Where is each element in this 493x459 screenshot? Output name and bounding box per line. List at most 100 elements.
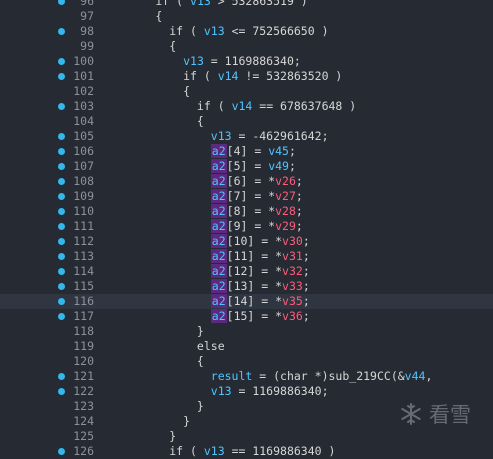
code-token-var[interactable]: v13 [183,54,204,68]
code-token-ptr[interactable]: v27 [275,189,296,203]
breakpoint-marker-icon[interactable] [58,268,65,275]
code-line[interactable]: 112 a2[10] = *v30; [0,234,493,249]
code-line[interactable]: 113 a2[11] = *v31; [0,249,493,264]
breakpoint-marker-icon[interactable] [58,298,65,305]
code-line[interactable]: 118 } [0,324,493,339]
code-line[interactable]: 110 a2[8] = *v28; [0,204,493,219]
code-line[interactable]: 100 v13 = 1169886340; [0,54,493,69]
code-line[interactable]: 122 v13 = 1169886340; [0,384,493,399]
code-token-ptr[interactable]: v32 [282,264,303,278]
breakpoint-marker-icon[interactable] [58,448,65,455]
code-token-hl-var[interactable]: a2 [210,294,227,308]
line-number: 119 [73,339,94,353]
code-token-ptr[interactable]: v26 [275,174,296,188]
code-line[interactable]: 106 a2[4] = v45; [0,144,493,159]
line-number: 122 [73,384,94,398]
code-token-ptr[interactable]: v30 [282,234,303,248]
code-token: ; [295,189,303,203]
code-token-var[interactable]: v44 [405,369,426,383]
breakpoint-marker-icon[interactable] [58,193,65,200]
breakpoint-marker-icon[interactable] [58,0,65,5]
breakpoint-marker-icon[interactable] [58,238,65,245]
code-line[interactable]: 96 if ( v13 > 532863519 ) [0,0,493,9]
code-line[interactable]: 114 a2[12] = *v32; [0,264,493,279]
breakpoint-marker-icon[interactable] [58,208,65,215]
code-line[interactable]: 115 a2[13] = *v33; [0,279,493,294]
line-number: 125 [73,429,94,443]
code-line[interactable]: 98 if ( v13 <= 752566650 ) [0,24,493,39]
code-token-hl-var[interactable]: a2 [210,264,227,278]
breakpoint-marker-icon[interactable] [58,283,65,290]
code-token-var[interactable]: v13 [211,129,232,143]
code-line[interactable]: 125 } [0,429,493,444]
code-token-hl-var[interactable]: a2 [210,144,227,158]
code-token-var[interactable]: v49 [268,159,289,173]
breakpoint-marker-icon[interactable] [58,373,65,380]
code-token-hl-var[interactable]: a2 [210,174,227,188]
code-line[interactable]: 116 a2[14] = *v35; [0,294,493,309]
code-token-var[interactable]: v14 [218,69,239,83]
breakpoint-marker-icon[interactable] [58,253,65,260]
code-line[interactable]: 109 a2[7] = *v27; [0,189,493,204]
code-line[interactable]: 111 a2[9] = *v29; [0,219,493,234]
code-token-var[interactable]: v45 [268,144,289,158]
breakpoint-marker-icon[interactable] [58,148,65,155]
code-token-var[interactable]: v13 [190,0,211,8]
code-token-hl-var[interactable]: a2 [210,219,227,233]
code-token-hl-var[interactable]: a2 [210,279,227,293]
breakpoint-marker-icon[interactable] [58,73,65,80]
code-token: [9] = * [226,219,276,233]
code-line[interactable]: 117 a2[15] = *v36; [0,309,493,324]
code-token-ptr[interactable]: v29 [275,219,296,233]
code-token-ptr[interactable]: v33 [282,279,303,293]
code-token-var[interactable]: v14 [232,99,253,113]
breakpoint-marker-icon[interactable] [58,58,65,65]
code-token-var[interactable]: v13 [204,444,225,458]
line-number: 100 [73,54,94,68]
breakpoint-marker-icon[interactable] [58,133,65,140]
code-line[interactable]: 101 if ( v14 != 532863520 ) [0,69,493,84]
code-token: [11] = * [226,249,283,263]
code-editor[interactable]: 96 if ( v13 > 532863519 ) 97 {98 if ( v13… [0,0,493,458]
code-text: if ( v14 == 678637648 ) [100,99,356,114]
code-token-ptr[interactable]: v28 [275,204,296,218]
code-token-hl-var[interactable]: a2 [210,309,227,323]
code-token-hl-var[interactable]: a2 [210,249,227,263]
code-token-var[interactable]: v13 [204,24,225,38]
code-token-hl-var[interactable]: a2 [210,204,227,218]
breakpoint-marker-icon[interactable] [58,28,65,35]
breakpoint-marker-icon[interactable] [58,163,65,170]
code-line[interactable]: 120 { [0,354,493,369]
code-line[interactable]: 119 else [0,339,493,354]
breakpoint-marker-icon[interactable] [58,223,65,230]
code-token-var[interactable]: result [211,369,253,383]
code-token-hl-var[interactable]: a2 [210,159,227,173]
breakpoint-marker-icon[interactable] [58,103,65,110]
code-line[interactable]: 99 { [0,39,493,54]
code-line[interactable]: 121 result = (char *)sub_219CC(&v44, [0,369,493,384]
code-token-var[interactable]: v13 [211,384,232,398]
code-token-ptr[interactable]: v36 [282,309,303,323]
code-text: if ( v14 != 532863520 ) [100,69,342,84]
code-line[interactable]: 102 { [0,84,493,99]
line-number: 101 [73,69,94,83]
code-line[interactable]: 126 if ( v13 == 1169886340 ) [0,444,493,459]
breakpoint-marker-icon[interactable] [58,178,65,185]
line-number: 124 [73,414,94,428]
breakpoint-marker-icon[interactable] [58,313,65,320]
code-token-ptr[interactable]: v31 [282,249,303,263]
breakpoint-marker-icon[interactable] [58,388,65,395]
code-token-hl-var[interactable]: a2 [210,234,227,248]
line-number: 115 [73,279,94,293]
code-line[interactable]: 105 v13 = -462961642; [0,129,493,144]
code-line[interactable]: 104 { [0,114,493,129]
code-line[interactable]: 97 { [0,9,493,24]
code-token-ptr[interactable]: v35 [282,294,303,308]
code-line[interactable]: 108 a2[6] = *v26; [0,174,493,189]
code-line[interactable]: 107 a2[5] = v49; [0,159,493,174]
code-token-hl-var[interactable]: a2 [210,189,227,203]
code-text: } [100,324,204,339]
code-line[interactable]: 103 if ( v14 == 678637648 ) [0,99,493,114]
